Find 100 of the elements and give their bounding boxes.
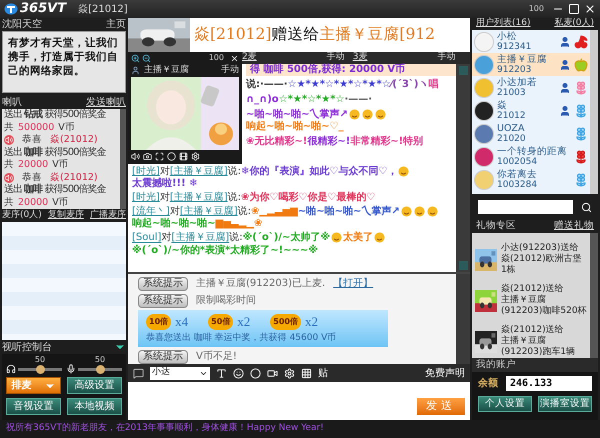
broadcast-queue-link[interactable]: 广播麦序 <box>90 208 126 222</box>
close-icon[interactable] <box>230 54 239 62</box>
avatar-icon <box>474 78 494 98</box>
disclaimer-link[interactable]: 免费声明 <box>425 366 465 380</box>
fullscreen-icon[interactable] <box>155 152 164 160</box>
mic-slot-tab[interactable]: 2麦 <box>242 51 257 65</box>
username: 焱(21012) <box>50 134 98 146</box>
send-horn-link[interactable]: 发送喇叭 <box>86 94 126 110</box>
slider-thumb[interactable] <box>96 365 105 374</box>
username-link[interactable]: [主播￥豆腐] <box>170 192 228 204</box>
zoom-out-icon[interactable] <box>142 54 151 62</box>
balance-label: 余额 <box>478 376 498 391</box>
settings-button[interactable]: 个人设置 <box>478 396 532 412</box>
message-text: 得 咖啡 500倍,获得: 20000 V币 <box>250 64 406 75</box>
logo-icon <box>4 3 18 15</box>
user-row[interactable]: 你若离去 1003284 <box>472 168 590 191</box>
smiley-icon <box>414 206 425 218</box>
volume-icon[interactable] <box>131 152 140 160</box>
host-icon <box>131 66 140 75</box>
smiley-icon <box>374 232 386 244</box>
settings-icon[interactable] <box>284 368 295 378</box>
console-button[interactable]: 高级设置 <box>67 377 122 394</box>
queue-title: 麦序(0人) <box>2 208 42 222</box>
console-button[interactable]: 本地视频 <box>67 398 122 415</box>
home-link[interactable]: 主页 <box>106 17 126 32</box>
message-text: 说:·——· <box>246 79 288 90</box>
system-message: V币不足! <box>196 350 237 364</box>
username-link[interactable]: [时光] <box>132 166 160 178</box>
congrats-label: 恭喜 <box>22 172 42 184</box>
user-name: 一个转身的距离 <box>497 146 568 157</box>
smiley-icon <box>348 109 360 120</box>
system-tag: 系统提示 <box>138 276 188 290</box>
user-row[interactable]: 主播￥豆腐 912203 <box>472 53 590 76</box>
settings-icon[interactable] <box>191 152 200 160</box>
user-list-tab[interactable]: 用户列表(16) <box>476 17 530 31</box>
message-text: 太美了 <box>343 232 374 244</box>
username-link[interactable]: [Soul] <box>132 232 162 244</box>
film-icon[interactable] <box>179 152 188 160</box>
username-link[interactable]: [主播￥豆腐] <box>180 206 238 218</box>
record-icon[interactable] <box>167 152 176 160</box>
search-field[interactable] <box>478 200 573 214</box>
message-text: ▆▅▃▂▁❀ <box>216 218 262 230</box>
user-name: 主播￥豆腐 <box>497 54 548 65</box>
volume-reading: 50 <box>94 355 106 365</box>
private-mic-tab[interactable]: 私麦(0人) <box>554 17 594 31</box>
notice-text: 有梦才有天堂，让我们携手，打造属于我们自己的网络家园。 <box>8 36 119 78</box>
volume-slider[interactable] <box>18 368 62 371</box>
emoji-icon[interactable] <box>233 368 244 378</box>
smiley-icon <box>374 109 386 120</box>
scrollbar[interactable] <box>456 274 470 364</box>
console-button[interactable]: 音视设置 <box>6 398 61 415</box>
username-link[interactable]: [流年丶] <box>132 206 170 218</box>
settings-button[interactable]: 演播室设置 <box>538 396 592 412</box>
horn-message: 送出 咖啡 获得500倍奖金 <box>4 146 107 159</box>
open-link[interactable]: 【打开】 <box>333 276 374 291</box>
paste-button[interactable]: 贴 <box>318 366 328 380</box>
user-row[interactable]: 小松 912341 <box>472 30 590 53</box>
headphones-icon <box>6 364 16 374</box>
maximize-icon[interactable] <box>568 3 580 15</box>
user-row[interactable]: 一个转身的距离 1002054 <box>472 145 590 168</box>
font-icon[interactable] <box>216 368 227 378</box>
username-link[interactable]: [时光] <box>132 192 160 204</box>
slider-thumb[interactable] <box>36 365 45 374</box>
scrollbar[interactable] <box>120 109 126 209</box>
send-gift-link[interactable]: 赠送礼物 <box>554 219 594 234</box>
host-name: 主播￥豆腐 <box>144 64 189 77</box>
user-row[interactable]: 小达加若 21003 <box>472 76 590 99</box>
search-icon[interactable] <box>581 202 592 212</box>
camera-icon[interactable] <box>143 152 152 160</box>
flower-icon <box>574 172 588 186</box>
username-link[interactable]: [主播￥豆腐] <box>171 232 230 244</box>
recipient-select[interactable]: 小达 <box>150 366 210 380</box>
video-icon[interactable] <box>267 368 278 378</box>
smiley-icon <box>362 109 373 120</box>
message-text: ※(ˊoˋ)/~你的 <box>132 244 200 256</box>
smiley-icon <box>398 166 410 177</box>
mic-slot-tab[interactable]: 3麦 <box>352 51 368 65</box>
message-text: 很精彩~! <box>307 136 350 148</box>
copy-queue-link[interactable]: 复制麦序 <box>48 208 84 222</box>
mic-mode: 手动 <box>326 51 345 64</box>
user-row[interactable]: 焱 21012 <box>472 99 590 122</box>
scrollbar[interactable] <box>590 30 598 194</box>
balance-field: 246.133 <box>506 376 592 391</box>
message-text: 说: <box>238 206 251 218</box>
grid-icon[interactable] <box>301 368 312 378</box>
message-text: 说: <box>228 166 241 178</box>
prize-count: x2 <box>304 313 318 331</box>
message-text: ☆*★*☆*★*☆ <box>278 94 344 105</box>
horn-title: 喇叭 <box>2 96 22 109</box>
username-link[interactable]: [主播￥豆腐] <box>170 166 228 178</box>
chat-icon[interactable] <box>133 368 144 378</box>
zoom-in-icon[interactable] <box>131 54 140 62</box>
congrats-label: 恭喜 <box>22 134 42 146</box>
close-icon[interactable] <box>584 3 596 15</box>
user-row[interactable]: UOZA 21020 <box>472 122 590 145</box>
volume-slider[interactable] <box>78 368 122 371</box>
avatar-icon <box>474 124 494 144</box>
user-id: 1002054 <box>497 157 538 167</box>
scrollbar[interactable] <box>590 233 598 358</box>
coin-amount: 500000 <box>18 122 54 134</box>
